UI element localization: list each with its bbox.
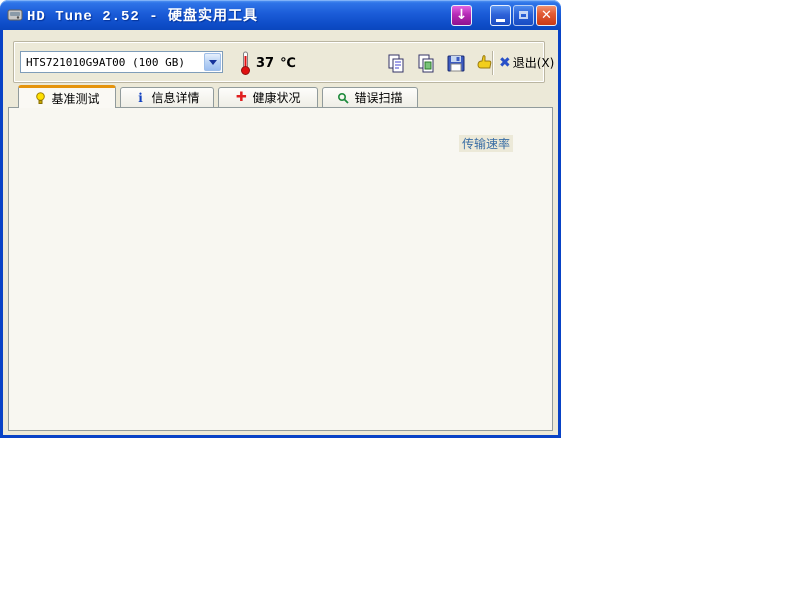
temperature-unit: ℃ <box>280 56 296 71</box>
exit-button[interactable]: ✖ 退出(X) <box>499 54 554 71</box>
minimize-button[interactable] <box>490 5 511 26</box>
tab-health[interactable]: ✚ 健康状况 <box>218 87 318 107</box>
tab-benchmark-label: 基准测试 <box>51 90 99 107</box>
benchmark-page <box>8 107 553 431</box>
temperature-indicator: 37 ℃ <box>240 50 296 76</box>
minimize-icon <box>496 19 505 22</box>
drive-select[interactable]: HTS721010G9AT00 (100 GB) <box>20 51 223 73</box>
maximize-icon <box>519 11 528 19</box>
exit-icon: ✖ <box>499 56 511 70</box>
options-icon[interactable] <box>474 53 494 73</box>
maximize-button[interactable] <box>513 5 534 26</box>
tab-info-label: 信息详情 <box>151 89 199 106</box>
tab-info[interactable]: i 信息详情 <box>120 87 214 107</box>
tab-benchmark[interactable]: 基准测试 <box>18 85 116 108</box>
save-icon[interactable] <box>446 53 466 73</box>
hdtune-window: HD Tune 2.52 - 硬盘实用工具 ↓ ✕ HTS721010G9AT0… <box>0 0 561 438</box>
download-button[interactable]: ↓ <box>451 5 472 26</box>
close-button[interactable]: ✕ <box>536 5 557 26</box>
drive-select-dropdown-button[interactable] <box>204 53 221 71</box>
client-area: HTS721010G9AT00 (100 GB) 37 ℃ <box>3 30 558 435</box>
toolbar-separator <box>492 51 493 75</box>
copy-text-icon[interactable] <box>386 53 406 73</box>
exit-label: 退出(X) <box>513 54 555 71</box>
app-icon <box>7 7 23 23</box>
info-icon: i <box>134 92 146 104</box>
transfer-rate-group-title: 传输速率 <box>459 135 513 152</box>
drive-select-value: HTS721010G9AT00 (100 GB) <box>21 56 204 69</box>
tab-health-label: 健康状况 <box>252 89 300 106</box>
tab-error-scan-label: 错误扫描 <box>354 89 402 106</box>
titlebar[interactable]: HD Tune 2.52 - 硬盘实用工具 ↓ ✕ <box>0 0 561 30</box>
window-title: HD Tune 2.52 - 硬盘实用工具 <box>27 5 449 25</box>
tab-error-scan[interactable]: 错误扫描 <box>322 87 418 107</box>
chevron-down-icon <box>209 60 217 69</box>
thermometer-icon <box>240 50 251 76</box>
copy-image-icon[interactable] <box>416 53 436 73</box>
health-icon: ✚ <box>235 92 247 104</box>
scan-icon <box>337 92 349 104</box>
bulb-icon <box>34 92 46 104</box>
temperature-value: 37 <box>256 56 274 71</box>
